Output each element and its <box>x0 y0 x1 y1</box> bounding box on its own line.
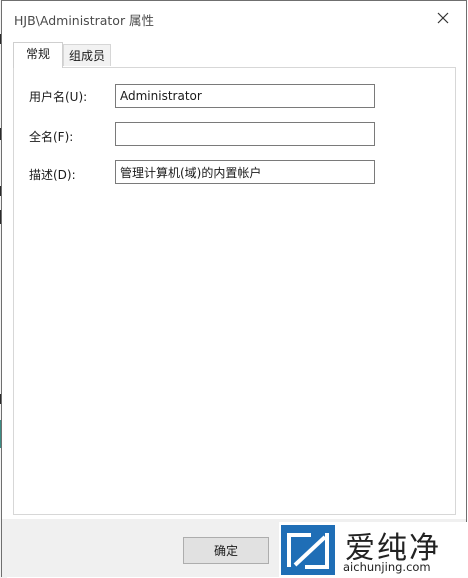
tab-member-of[interactable]: 组成员 <box>63 44 111 66</box>
username-label: 用户名(U): <box>29 90 88 104</box>
title-bar: HJB\Administrator 属性 <box>2 1 466 35</box>
tab-member-of-label: 组成员 <box>68 49 105 63</box>
fullname-field[interactable] <box>115 122 375 146</box>
description-label: 描述(D): <box>29 168 76 182</box>
username-field[interactable] <box>115 84 375 108</box>
fullname-label: 全名(F): <box>29 130 74 144</box>
properties-dialog: HJB\Administrator 属性 常规 组成员 用户名(U): 全名(F… <box>1 0 467 577</box>
close-button[interactable] <box>420 1 466 35</box>
watermark: 爱纯净 aichunjing.com <box>279 522 467 577</box>
general-tab-panel: 用户名(U): 全名(F): 描述(D): <box>13 67 456 515</box>
tab-general[interactable]: 常规 <box>13 42 63 68</box>
watermark-logo-icon <box>281 525 335 575</box>
ok-button[interactable]: 确定 <box>183 537 269 564</box>
close-icon <box>437 12 449 24</box>
watermark-url: aichunjing.com <box>343 560 431 574</box>
window-title: HJB\Administrator 属性 <box>14 13 155 28</box>
description-field[interactable] <box>115 160 375 184</box>
tab-general-label: 常规 <box>25 47 50 61</box>
